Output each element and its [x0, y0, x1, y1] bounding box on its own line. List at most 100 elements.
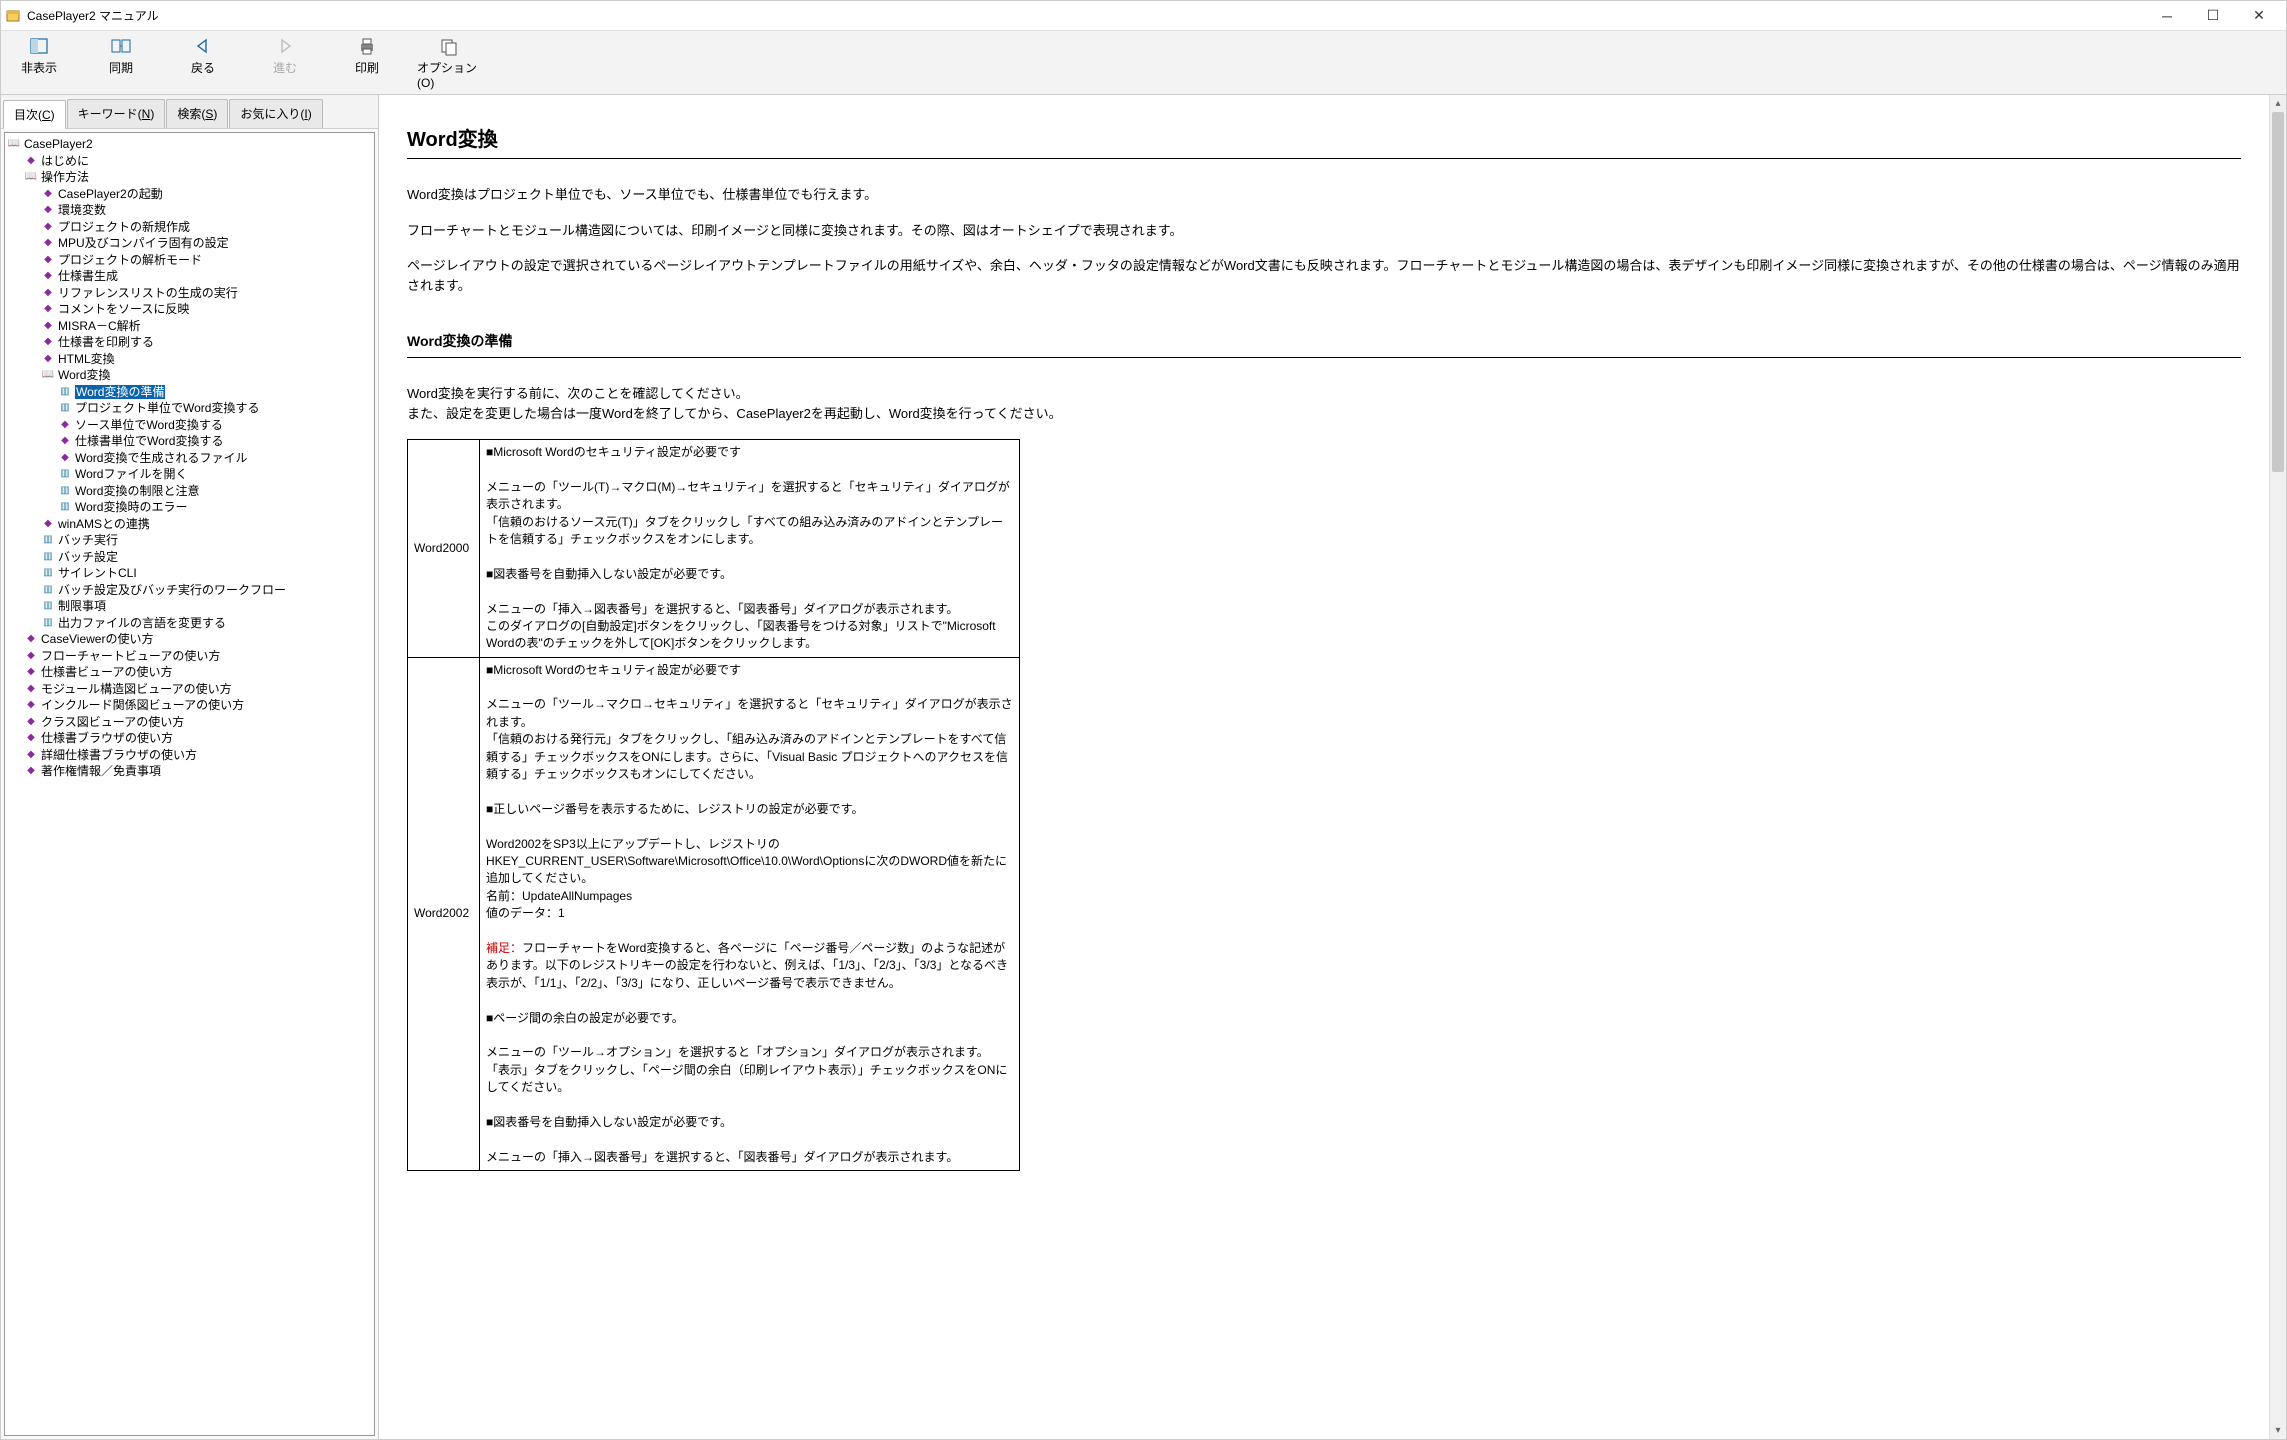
tree-item[interactable]: ◆CaseViewerの使い方 [24, 632, 153, 647]
back-icon [192, 35, 214, 57]
paragraph: フローチャートとモジュール構造図については、印刷イメージと同様に変換されます。そ… [407, 221, 2241, 241]
toolbar-sync[interactable]: 同期 [89, 35, 153, 90]
tree-item[interactable]: ◆仕様書生成 [41, 269, 118, 284]
book-icon: ◆ [24, 666, 38, 678]
tree-item[interactable]: ◆インクルード関係図ビューアの使い方 [24, 698, 244, 713]
book-icon: ◆ [24, 765, 38, 777]
forward-icon [274, 35, 296, 57]
table-cell-body: ■Microsoft Wordのセキュリティ設定が必要です メニューの「ツール→… [480, 657, 1020, 1170]
divider [407, 357, 2241, 358]
tree-item[interactable]: ◆MISRA－C解析 [41, 319, 141, 334]
table-cell-body: ■Microsoft Wordのセキュリティ設定が必要です メニューの「ツール(… [480, 440, 1020, 658]
toolbar-hide[interactable]: 非表示 [7, 35, 71, 90]
minimize-button[interactable]: ─ [2144, 1, 2190, 31]
book-icon: ◆ [24, 633, 38, 645]
toolbar-back[interactable]: 戻る [171, 35, 235, 90]
book-icon: ◆ [58, 452, 72, 464]
tree-item[interactable]: ◆winAMSとの連携 [41, 517, 150, 532]
page-heading: Word変換 [407, 123, 2241, 152]
tree-item[interactable]: ▥制限事項 [41, 599, 106, 614]
book-icon: ◆ [41, 221, 55, 233]
tree-item[interactable]: ◆HTML変換 [41, 352, 115, 367]
book-icon: ◆ [41, 204, 55, 216]
tree-item[interactable]: ◆はじめに [24, 154, 89, 169]
book-open-icon: 📖 [41, 369, 55, 381]
tree-item[interactable]: ▥サイレントCLI [41, 566, 137, 581]
hide-icon [28, 35, 50, 57]
book-icon: ◆ [24, 732, 38, 744]
page-icon: ▥ [41, 584, 55, 596]
tree-item[interactable]: ▥バッチ設定 [41, 550, 118, 565]
page-icon: ▥ [58, 501, 72, 513]
tree-item[interactable]: ▥バッチ設定及びバッチ実行のワークフロー [41, 583, 286, 598]
window-title: CasePlayer2 マニュアル [27, 7, 159, 24]
tree-item[interactable]: ◆ソース単位でWord変換する [58, 418, 223, 433]
tree-item[interactable]: ◆著作権情報／免責事項 [24, 764, 161, 779]
book-icon: ◆ [58, 435, 72, 447]
tree-item[interactable]: 📖Word変換 [41, 368, 110, 383]
content-area[interactable]: Word変換 Word変換はプロジェクト単位でも、ソース単位でも、仕様書単位でも… [379, 95, 2269, 1439]
options-icon [438, 35, 460, 57]
toolbar-print[interactable]: 印刷 [335, 35, 399, 90]
tree-item[interactable]: ◆クラス図ビューアの使い方 [24, 715, 184, 730]
tab-contents[interactable]: 目次(C) [3, 100, 66, 129]
tree-item[interactable]: ◆環境変数 [41, 203, 106, 218]
tree-item[interactable]: ◆MPU及びコンパイラ固有の設定 [41, 236, 229, 251]
word-version-table: Word2000 ■Microsoft Wordのセキュリティ設定が必要です メ… [407, 439, 1020, 1171]
tree-item[interactable]: ◆プロジェクトの解析モード [41, 253, 202, 268]
book-icon: ◆ [24, 716, 38, 728]
tree-item[interactable]: ◆CasePlayer2の起動 [41, 187, 163, 202]
tree-item[interactable]: ◆リファレンスリストの生成の実行 [41, 286, 238, 301]
tree-item[interactable]: ◆仕様書を印刷する [41, 335, 154, 350]
book-icon: ◆ [24, 699, 38, 711]
book-open-icon: 📖 [7, 138, 21, 150]
tree-item[interactable]: ◆Word変換で生成されるファイル [58, 451, 247, 466]
tree-item-selected[interactable]: ▥Word変換の準備 [58, 385, 165, 400]
book-icon: ◆ [41, 518, 55, 530]
book-icon: ◆ [41, 188, 55, 200]
paragraph: Word変換を実行する前に、次のことを確認してください。 [407, 384, 2241, 404]
scrollbar-thumb[interactable] [2272, 112, 2284, 472]
tree-item[interactable]: ◆モジュール構造図ビューアの使い方 [24, 682, 232, 697]
tree-item[interactable]: ◆フローチャートビューアの使い方 [24, 649, 220, 664]
book-icon: ◆ [41, 336, 55, 348]
page-icon: ▥ [58, 468, 72, 480]
page-icon: ▥ [58, 402, 72, 414]
tree-item[interactable]: ◆コメントをソースに反映 [41, 302, 189, 317]
divider [407, 158, 2241, 159]
vertical-scrollbar[interactable]: ▴ ▾ [2269, 95, 2286, 1439]
tree-item[interactable]: ▥Wordファイルを開く [58, 467, 187, 482]
tree-item[interactable]: ▥バッチ実行 [41, 533, 118, 548]
section-heading: Word変換の準備 [407, 331, 2241, 351]
tree-root[interactable]: 📖CasePlayer2 [7, 137, 93, 152]
tree-item[interactable]: ◆詳細仕様書ブラウザの使い方 [24, 748, 197, 763]
tree-item[interactable]: ▥Word変換の制限と注意 [58, 484, 199, 499]
tab-favorites[interactable]: お気に入り(I) [229, 99, 322, 128]
tree-item[interactable]: ◆仕様書ブラウザの使い方 [24, 731, 173, 746]
close-button[interactable]: ✕ [2236, 1, 2282, 31]
book-icon: ◆ [24, 683, 38, 695]
page-icon: ▥ [41, 600, 55, 612]
scroll-down-icon[interactable]: ▾ [2270, 1422, 2286, 1439]
scroll-up-icon[interactable]: ▴ [2270, 95, 2286, 112]
tab-search[interactable]: 検索(S) [166, 99, 228, 128]
tree-item[interactable]: ▥Word変換時のエラー [58, 500, 187, 515]
tree-item[interactable]: ▥出力ファイルの言語を変更する [41, 616, 226, 631]
book-icon: ◆ [24, 155, 38, 167]
book-open-icon: 📖 [24, 171, 38, 183]
tree-item[interactable]: ◆仕様書単位でWord変換する [58, 434, 223, 449]
tree-item[interactable]: ◆仕様書ビューアの使い方 [24, 665, 173, 680]
tree-item[interactable]: ▥プロジェクト単位でWord変換する [58, 401, 259, 416]
tree-view[interactable]: 📖CasePlayer2 ◆はじめに 📖操作方法 ◆CasePlayer2の起動… [4, 132, 375, 1436]
print-icon [356, 35, 378, 57]
tab-keyword[interactable]: キーワード(N) [67, 99, 166, 128]
tree-item[interactable]: ◆プロジェクトの新規作成 [41, 220, 190, 235]
right-pane: Word変換 Word変換はプロジェクト単位でも、ソース単位でも、仕様書単位でも… [379, 95, 2286, 1439]
toolbar-options[interactable]: オプション(O) [417, 35, 481, 90]
paragraph: また、設定を変更した場合は一度Wordを終了してから、CasePlayer2を再… [407, 404, 2241, 424]
book-icon: ◆ [41, 270, 55, 282]
maximize-button[interactable]: ☐ [2190, 1, 2236, 31]
tree-item[interactable]: 📖操作方法 [24, 170, 89, 185]
page-icon: ▥ [41, 534, 55, 546]
page-icon: ▥ [58, 485, 72, 497]
